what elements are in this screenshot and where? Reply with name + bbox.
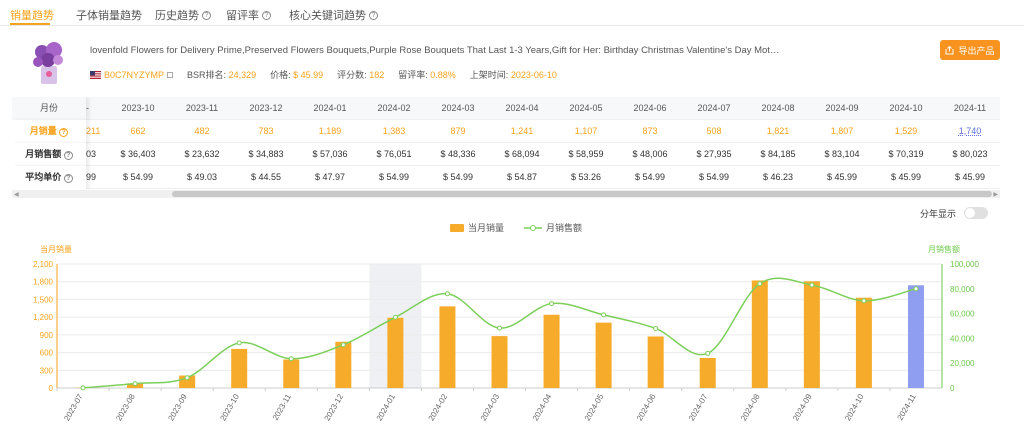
- x-tick-label: 2024-01: [375, 392, 398, 422]
- chart-bar: [231, 348, 248, 388]
- chart-bar: [439, 306, 456, 388]
- revenue-point: [80, 385, 86, 391]
- y-tick-right: 80,000: [950, 285, 975, 294]
- help-icon[interactable]: ?: [63, 151, 73, 160]
- y-tick-left: 0: [49, 384, 54, 393]
- revenue-point: [132, 381, 138, 387]
- revenue-point: [288, 356, 294, 362]
- chart-bar: [491, 336, 508, 388]
- x-tick-label: 2023-09: [166, 392, 189, 422]
- x-tick-label: 2024-06: [635, 392, 658, 422]
- row-label-text: 平均单价: [25, 172, 62, 182]
- y-tick-right: 20,000: [950, 359, 975, 368]
- x-tick-label: 2024-07: [687, 392, 710, 422]
- x-tick-label: 2024-09: [791, 392, 814, 422]
- revenue-point: [601, 312, 607, 318]
- chart-bar: [803, 281, 820, 388]
- y-tick-left: 1,200: [33, 313, 54, 322]
- chart-bar: [907, 285, 924, 388]
- x-tick-label: 2023-10: [218, 392, 241, 422]
- y-tick-left: 2,100: [33, 260, 54, 269]
- row-label-month: 月份: [12, 97, 86, 120]
- help-icon[interactable]: ?: [63, 174, 73, 183]
- x-tick-label: 2024-03: [479, 392, 502, 422]
- x-tick-label: 2024-10: [843, 392, 866, 422]
- chart-bar: [387, 317, 404, 388]
- chart-bar: [543, 314, 560, 388]
- chart-bar: [699, 358, 716, 388]
- chart-bar: [751, 280, 768, 388]
- x-tick-label: 2024-11: [896, 392, 918, 422]
- revenue-point: [497, 325, 502, 331]
- chart-bar: [335, 341, 352, 388]
- y-tick-left: 600: [40, 349, 54, 358]
- x-tick-label: 2023-11: [271, 392, 293, 422]
- chart-bar: [647, 336, 664, 388]
- x-tick-label: 2024-05: [583, 392, 606, 422]
- revenue-point: [913, 286, 919, 292]
- chart-bar: [855, 297, 872, 388]
- y-tick-right: 100,000: [950, 260, 979, 269]
- revenue-point: [236, 340, 242, 346]
- revenue-point: [444, 291, 450, 297]
- row-label-text: 月销售额: [25, 149, 62, 159]
- row-label-revenue: 月销售额 ?: [12, 143, 86, 166]
- revenue-point: [705, 350, 711, 356]
- revenue-point: [340, 342, 346, 348]
- y-tick-left: 1,800: [33, 278, 54, 287]
- y-tick-right: 60,000: [950, 310, 975, 319]
- chart-bar: [595, 322, 612, 388]
- x-tick-label: 2024-08: [739, 392, 762, 422]
- x-tick-label: 2023-08: [114, 392, 137, 422]
- row-label-text: 月销量: [29, 126, 57, 136]
- sales-chart: 0 300 600 900 1,200 1,500 1,800 2,100 0 20,000 40,…: [33, 260, 980, 422]
- help-icon[interactable]: ?: [59, 128, 69, 137]
- chart-bar: [283, 359, 300, 388]
- row-label-sales: 月销量 ?: [12, 120, 86, 143]
- y-tick-left: 300: [40, 366, 54, 375]
- revenue-point: [653, 325, 659, 331]
- revenue-point: [861, 298, 867, 304]
- revenue-point: [809, 282, 815, 288]
- x-tick-label: 2023-07: [62, 392, 85, 422]
- y-tick-right: 40,000: [950, 334, 975, 343]
- y-tick-left: 1,500: [33, 295, 54, 304]
- y-tick-left: 900: [40, 331, 54, 340]
- revenue-point: [549, 301, 555, 307]
- y-tick-right: 0: [950, 384, 955, 393]
- revenue-point: [392, 314, 398, 320]
- revenue-point: [757, 281, 763, 287]
- revenue-point: [184, 375, 190, 381]
- x-tick-label: 2024-04: [531, 392, 554, 422]
- row-label-avg-price: 平均单价 ?: [12, 166, 86, 189]
- x-tick-label: 2024-02: [427, 392, 450, 422]
- x-tick-label: 2023-12: [323, 392, 346, 422]
